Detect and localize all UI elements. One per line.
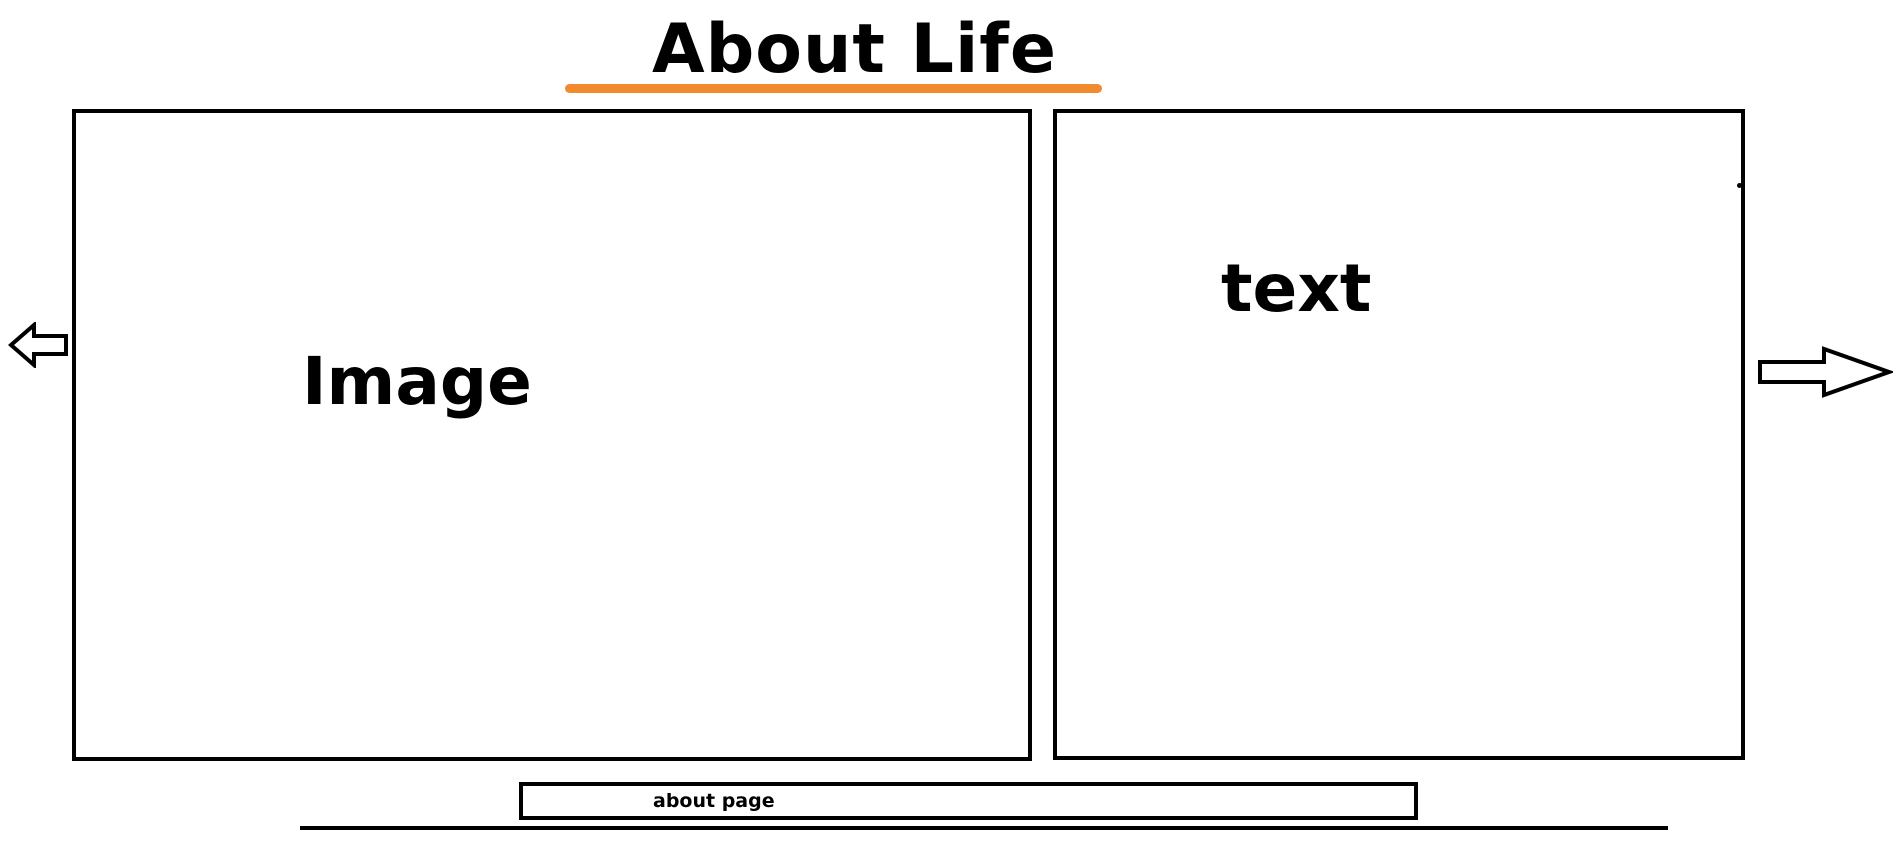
panel-dot <box>1737 183 1742 188</box>
bottom-divider <box>300 826 1668 830</box>
page-title: About Life <box>652 10 1057 89</box>
text-placeholder-label: text <box>1221 250 1372 327</box>
left-arrow-icon <box>7 320 68 370</box>
image-panel: Image <box>72 109 1032 761</box>
about-page-link[interactable]: about page <box>519 782 1418 820</box>
about-page-label: about page <box>653 790 775 812</box>
next-arrow-button[interactable] <box>1757 346 1895 403</box>
right-arrow-icon <box>1758 346 1895 398</box>
prev-arrow-button[interactable] <box>7 320 70 373</box>
image-placeholder-label: Image <box>302 343 532 420</box>
title-underline <box>565 84 1102 93</box>
text-panel: text <box>1053 109 1745 760</box>
